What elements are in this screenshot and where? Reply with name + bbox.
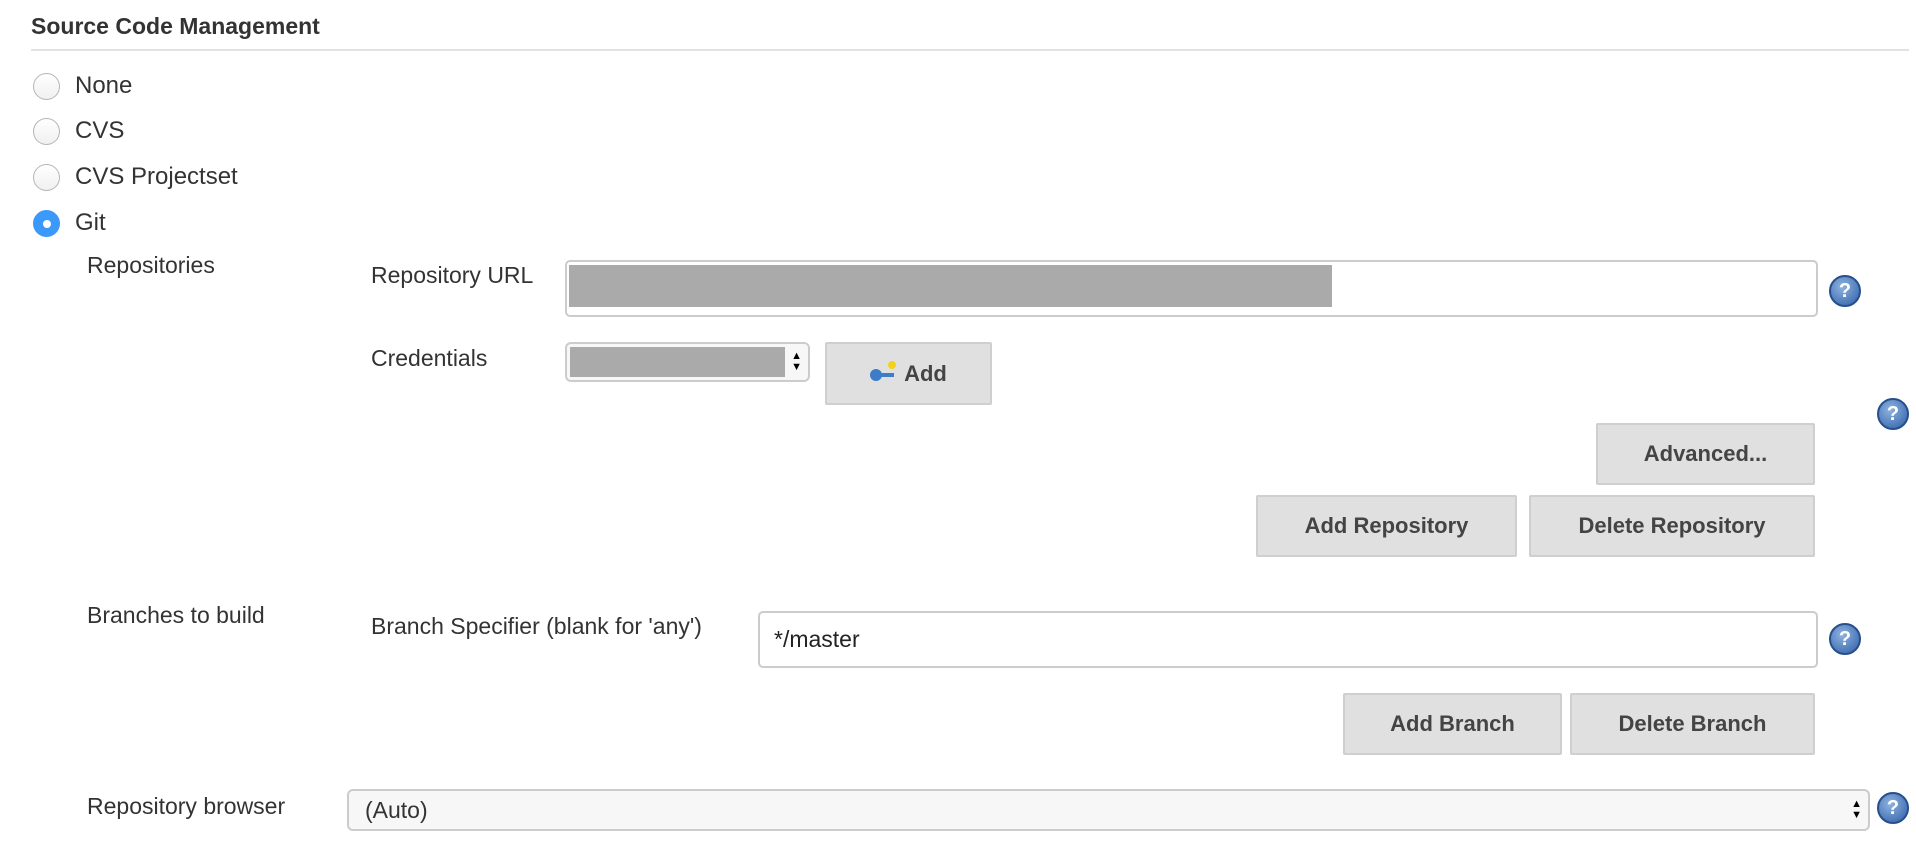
advanced-button[interactable]: Advanced... bbox=[1596, 423, 1815, 485]
add-branch-button[interactable]: Add Branch bbox=[1343, 693, 1562, 755]
repository-browser-select[interactable]: (Auto) ▲ ▼ bbox=[347, 789, 1870, 831]
repository-browser-label: Repository browser bbox=[87, 793, 286, 819]
radio-git[interactable] bbox=[33, 210, 60, 237]
branches-to-build-label: Branches to build bbox=[87, 602, 265, 628]
delete-branch-button[interactable]: Delete Branch bbox=[1570, 693, 1815, 755]
help-icon[interactable]: ? bbox=[1829, 275, 1861, 307]
radio-git-label[interactable]: Git bbox=[75, 209, 106, 237]
radio-cvs-projectset[interactable] bbox=[33, 164, 60, 191]
select-arrows-icon: ▲ ▼ bbox=[791, 350, 802, 373]
repository-browser-value: (Auto) bbox=[365, 796, 428, 823]
credentials-select[interactable]: ▲ ▼ bbox=[565, 342, 810, 382]
section-title: Source Code Management bbox=[31, 13, 320, 39]
redacted-credentials bbox=[570, 347, 785, 377]
credentials-label: Credentials bbox=[371, 345, 488, 371]
branch-specifier-input[interactable]: */master bbox=[758, 611, 1818, 668]
key-icon bbox=[870, 360, 897, 381]
add-repository-button[interactable]: Add Repository bbox=[1256, 495, 1517, 557]
redacted-url bbox=[569, 265, 1332, 307]
repositories-label: Repositories bbox=[87, 252, 215, 278]
branch-specifier-label: Branch Specifier (blank for 'any') bbox=[371, 613, 702, 639]
help-icon[interactable]: ? bbox=[1877, 398, 1909, 430]
section-divider bbox=[31, 49, 1909, 51]
repository-url-label: Repository URL bbox=[371, 262, 534, 288]
add-credentials-button[interactable]: Add bbox=[825, 342, 992, 405]
radio-cvs[interactable] bbox=[33, 118, 60, 145]
help-icon[interactable]: ? bbox=[1829, 623, 1861, 655]
select-arrows-icon: ▲ ▼ bbox=[1851, 798, 1862, 821]
add-credentials-label: Add bbox=[904, 360, 947, 386]
delete-repository-button[interactable]: Delete Repository bbox=[1529, 495, 1815, 557]
radio-none[interactable] bbox=[33, 73, 60, 100]
radio-none-label[interactable]: None bbox=[75, 72, 132, 100]
radio-cvs-projectset-label[interactable]: CVS Projectset bbox=[75, 163, 238, 191]
help-icon[interactable]: ? bbox=[1877, 792, 1909, 824]
repository-url-input[interactable] bbox=[565, 260, 1818, 317]
radio-cvs-label[interactable]: CVS bbox=[75, 117, 124, 145]
